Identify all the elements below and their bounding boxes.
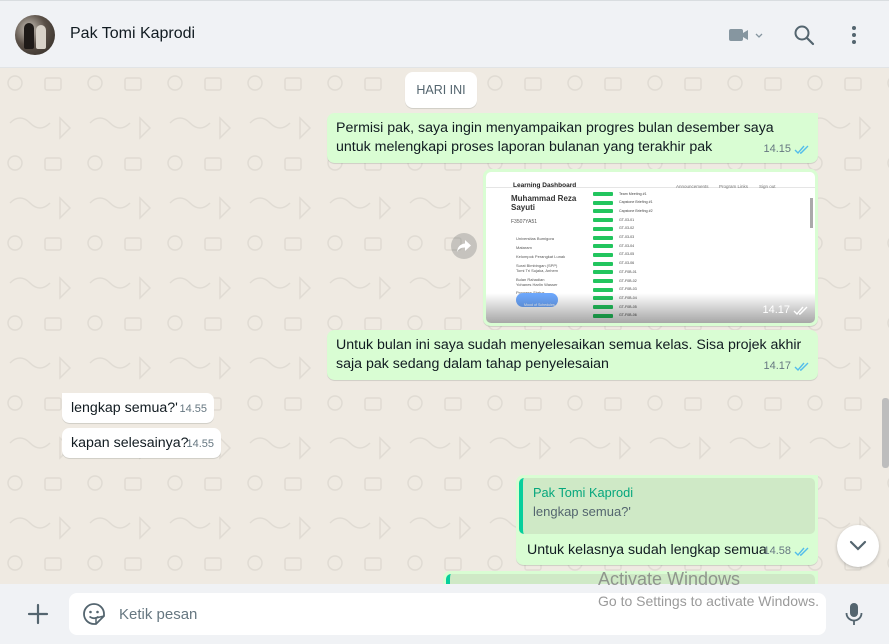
attendance-badge — [593, 209, 613, 214]
message-meta: 14.17 — [763, 357, 810, 376]
plus-icon — [27, 603, 49, 625]
attendance-badge — [593, 244, 613, 249]
attendance-badge — [593, 287, 613, 292]
message-time: 14.58 — [763, 545, 791, 557]
attendance-badge — [593, 200, 613, 205]
message-text: Untuk bulan ini saya sudah menyelesaikan… — [336, 337, 802, 372]
composer-bar — [0, 584, 889, 644]
attendance-badge — [593, 261, 613, 266]
message-time: 14.15 — [763, 143, 791, 155]
vertical-dots-icon — [852, 26, 856, 44]
message-time: 14.55 — [186, 438, 214, 450]
message-input-box[interactable] — [69, 593, 826, 635]
message-text: Untuk kelasnya sudah lengkap semua — [527, 542, 767, 558]
message-input[interactable] — [119, 593, 809, 635]
attendance-badge — [593, 218, 613, 223]
double-check-icon — [794, 362, 809, 372]
contact-avatar[interactable] — [15, 15, 55, 55]
sticker-button[interactable] — [82, 602, 106, 626]
quoted-text: lengkap semua?' — [533, 504, 631, 519]
outgoing-message[interactable]: Permisi pak, saya ingin menyampaikan pro… — [327, 113, 818, 163]
outgoing-reply-message[interactable]: Pak Tomi Kaprodi lengkap semua?' Untuk k… — [516, 475, 818, 565]
thumbnail-topbar: Learning Dashboard Announcements Program… — [486, 172, 815, 189]
message-time: 14.55 — [179, 403, 207, 415]
search-icon — [794, 25, 815, 46]
outgoing-reply-message[interactable] — [443, 571, 818, 584]
thumbnail-scrollbar — [810, 198, 813, 228]
double-check-icon — [793, 306, 808, 316]
menu-button[interactable] — [842, 23, 866, 47]
thumbnail-title: Learning Dashboard — [513, 182, 577, 189]
attendance-badge — [593, 226, 613, 231]
scroll-to-bottom-button[interactable] — [837, 525, 879, 567]
sticker-icon — [83, 603, 105, 625]
forward-arrow-icon — [457, 240, 471, 252]
double-check-icon — [794, 547, 809, 557]
video-camera-icon — [729, 29, 763, 41]
quoted-author: Pak Tomi Kaprodi — [533, 485, 634, 500]
message-meta: 14.17 — [762, 301, 809, 320]
message-time: 14.17 — [762, 304, 790, 316]
video-call-button[interactable] — [725, 23, 765, 47]
chat-header: Pak Tomi Kaprodi — [0, 0, 889, 68]
message-text: lengkap semua?' — [71, 400, 178, 416]
message-meta: 14.55 — [186, 435, 214, 454]
message-meta: 14.58 — [763, 542, 810, 561]
thumbnail-nav-item: Sign out — [759, 184, 776, 189]
double-check-icon — [794, 145, 809, 155]
chevron-down-icon — [849, 540, 867, 551]
message-text: kapan selesainya? — [71, 435, 189, 451]
date-divider: HARI INI — [405, 72, 477, 108]
message-meta: 14.15 — [763, 140, 810, 159]
forward-button[interactable] — [451, 233, 477, 259]
microphone-icon — [845, 603, 863, 625]
thumbnail-student-name: Muhammad Reza Sayuti — [511, 194, 577, 212]
thumbnail-nav-item: Announcements — [676, 184, 709, 189]
attendance-badge — [593, 192, 613, 196]
chat-area[interactable]: HARI INI Permisi pak, saya ingin menyamp… — [0, 68, 889, 584]
incoming-message[interactable]: kapan selesainya? 14.55 — [62, 428, 221, 458]
screenshot-thumbnail[interactable]: Learning Dashboard Announcements Program… — [486, 172, 815, 323]
chat-scrollbar[interactable] — [882, 398, 889, 468]
search-button[interactable] — [792, 23, 816, 47]
avatar-figure — [24, 23, 34, 49]
thumbnail-nav-item: Program Links — [719, 184, 749, 189]
quoted-message — [446, 574, 815, 584]
attendance-badge — [593, 270, 613, 275]
outgoing-image-message[interactable]: Learning Dashboard Announcements Program… — [483, 169, 818, 326]
message-text: Permisi pak, saya ingin menyampaikan pro… — [336, 120, 774, 155]
quoted-message[interactable]: Pak Tomi Kaprodi lengkap semua?' — [519, 478, 815, 534]
attach-button[interactable] — [26, 602, 50, 626]
contact-name[interactable]: Pak Tomi Kaprodi — [70, 25, 195, 43]
incoming-message[interactable]: lengkap semua?' 14.55 — [62, 393, 214, 423]
attendance-badge — [593, 252, 613, 257]
attendance-badge — [593, 279, 613, 283]
voice-message-button[interactable] — [842, 601, 866, 627]
avatar-figure — [36, 25, 46, 49]
outgoing-message[interactable]: Untuk bulan ini saya sudah menyelesaikan… — [327, 330, 818, 380]
attendance-badge — [593, 235, 613, 240]
message-meta: 14.55 — [179, 400, 207, 419]
message-time: 14.17 — [763, 360, 791, 372]
